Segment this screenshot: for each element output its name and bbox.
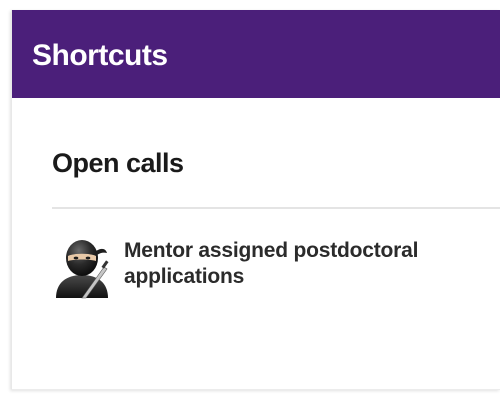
ninja-icon (56, 240, 109, 299)
panel-header: Shortcuts (12, 10, 500, 98)
section-divider (52, 207, 500, 209)
panel-title: Shortcuts (32, 39, 168, 72)
section-title: Open calls (52, 148, 184, 178)
shortcuts-panel: Shortcuts Open calls Mentor assigned pos… (11, 10, 500, 390)
shortcut-link-label[interactable]: Mentor assigned postdoctoral application… (124, 238, 474, 290)
shortcut-link-mentor-assigned-postdoctoral-applications[interactable]: Mentor assigned postdoctoral application… (52, 234, 482, 304)
